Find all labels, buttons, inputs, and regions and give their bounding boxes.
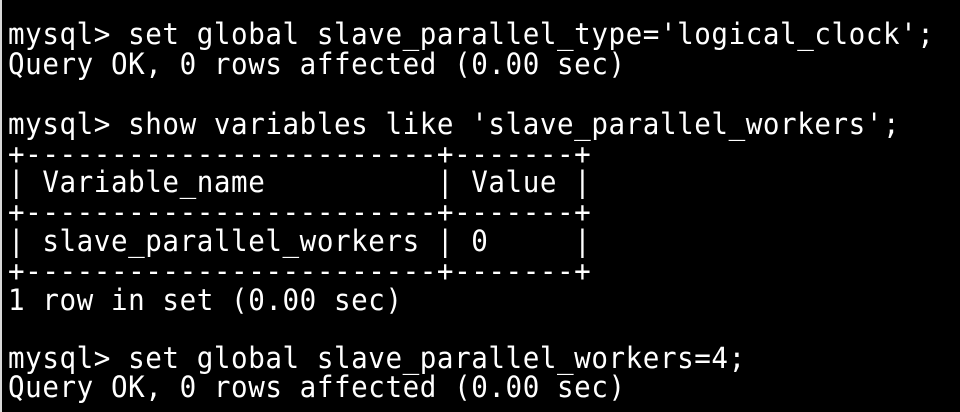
text-cursor-bar [0,0,2,412]
terminal-line: mysql> set global slave_parallel_workers… [8,341,746,375]
table-row: | slave_parallel_workers | 0 | [8,224,592,258]
table-border-line: +------------------------+-------+ [8,254,592,288]
terminal-window[interactable]: mysql> set global slave_parallel_type='l… [0,0,960,412]
terminal-line: mysql> show variables like 'slave_parall… [8,107,901,141]
table-border-line: +------------------------+-------+ [8,195,592,229]
terminal-line: mysql> set global slave_parallel_type='l… [8,17,935,51]
terminal-line: Query OK, 0 rows affected (0.00 sec) [8,370,626,404]
table-header-row: | Variable_name | Value | [8,165,592,199]
terminal-line: 1 row in set (0.00 sec) [8,283,403,317]
terminal-line: Query OK, 0 rows affected (0.00 sec) [8,47,626,81]
